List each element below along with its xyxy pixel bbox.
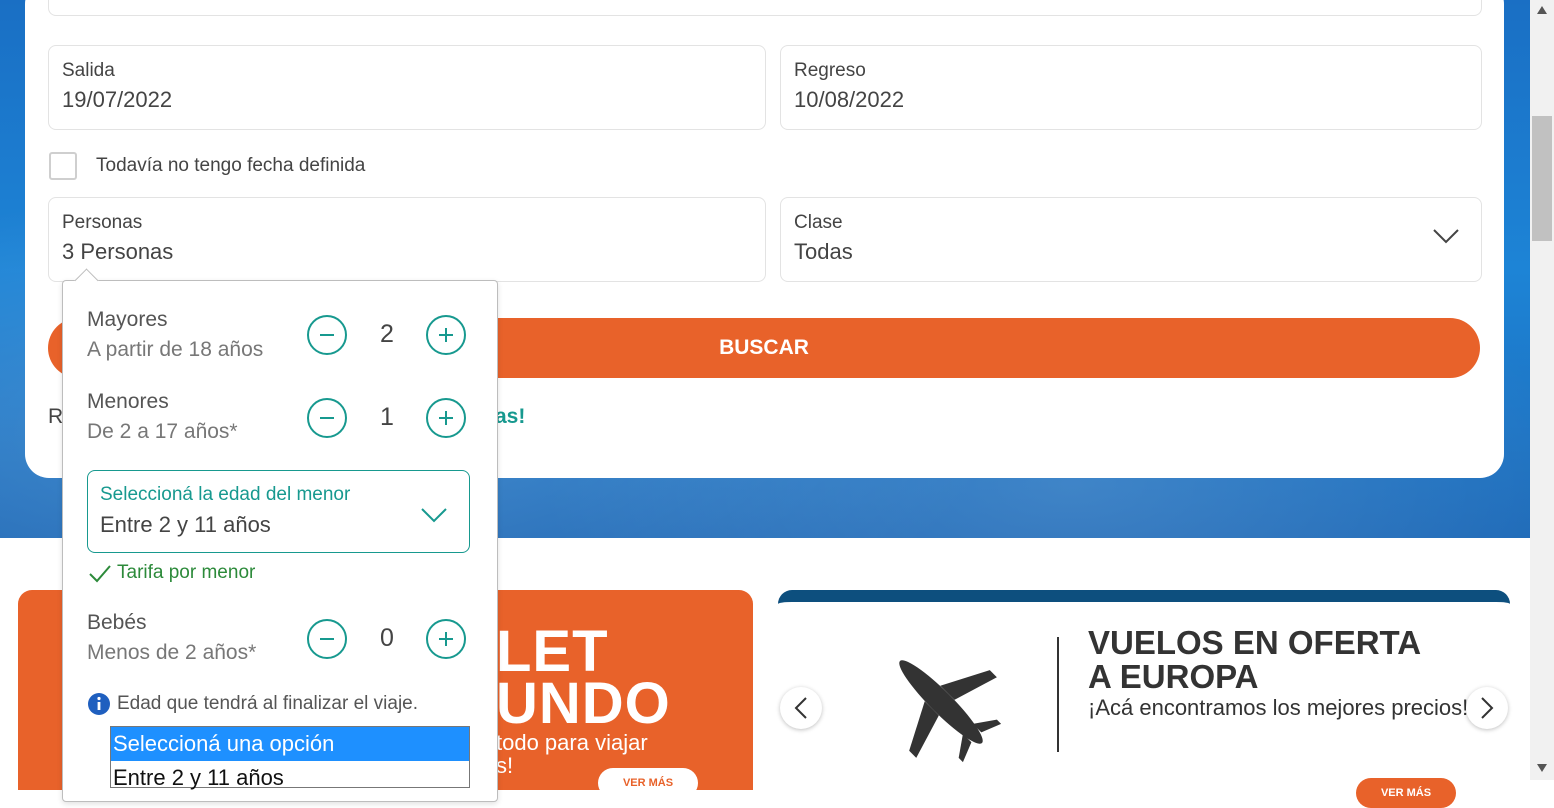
banner2-title-line1: VUELOS EN OFERTA: [1088, 624, 1422, 661]
plus-icon: [439, 328, 453, 342]
mayores-sub: A partir de 18 años: [87, 338, 264, 361]
clase-select[interactable]: Clase Todas: [780, 197, 1482, 282]
minus-icon: [320, 417, 334, 419]
age-option-2-11[interactable]: Entre 2 y 11 años: [111, 761, 469, 795]
bebes-increment-button[interactable]: [426, 619, 466, 659]
regreso-label: Regreso: [794, 60, 866, 81]
banner2-ver-mas-button[interactable]: VER MÁS: [1356, 778, 1456, 808]
personas-value: 3 Personas: [62, 239, 174, 264]
chevron-right-icon: [1481, 697, 1494, 719]
personas-field[interactable]: Personas 3 Personas: [48, 197, 766, 282]
mayores-title: Mayores: [87, 308, 168, 331]
no-date-checkbox[interactable]: [49, 152, 77, 180]
banner2-title: VUELOS EN OFERTA A EUROPA: [1088, 626, 1421, 694]
regreso-field[interactable]: Regreso 10/08/2022: [780, 45, 1482, 130]
regreso-value: 10/08/2022: [794, 87, 905, 112]
banner2-title-line2: A EUROPA: [1088, 658, 1259, 695]
info-icon: [88, 693, 110, 715]
promo-text: R: [48, 405, 64, 428]
clase-label: Clase: [794, 212, 843, 233]
child-age-options-list[interactable]: Seleccioná una opción Entre 2 y 11 años: [110, 726, 470, 790]
scroll-down-arrow-icon[interactable]: [1537, 764, 1547, 772]
scroll-up-arrow-icon[interactable]: [1537, 6, 1547, 14]
clase-value: Todas: [794, 239, 853, 264]
tarifa-menor-text: Tarifa por menor: [117, 562, 256, 583]
menores-sub: De 2 a 17 años*: [87, 420, 238, 443]
bebes-count: 0: [380, 624, 394, 652]
mayores-decrement-button[interactable]: [307, 315, 347, 355]
no-date-label: Todavía no tengo fecha definida: [96, 155, 366, 176]
mayores-count: 2: [380, 320, 394, 348]
banner1-sub-2: s!: [496, 753, 514, 778]
airplane-icon: [899, 660, 1002, 763]
personas-label: Personas: [62, 212, 143, 233]
bebes-sub: Menos de 2 años*: [87, 641, 257, 664]
menores-decrement-button[interactable]: [307, 398, 347, 438]
scrollbar-thumb[interactable]: [1532, 116, 1552, 241]
banner1-ver-mas-button[interactable]: VER MÁS: [598, 768, 698, 798]
bebes-title: Bebés: [87, 611, 147, 634]
banner-divider: [1057, 637, 1059, 752]
check-icon: [89, 565, 111, 583]
chevron-down-icon: [421, 508, 447, 523]
child-age-value: Entre 2 y 11 años: [100, 512, 271, 537]
destination-field[interactable]: [48, 0, 1482, 16]
banner1-headline-2: UNDO: [496, 671, 671, 736]
mayores-increment-button[interactable]: [426, 315, 466, 355]
carousel-next-button[interactable]: [1466, 687, 1508, 729]
plus-icon: [439, 411, 453, 425]
minus-icon: [320, 334, 334, 336]
menores-count: 1: [380, 403, 394, 431]
salida-value: 19/07/2022: [62, 87, 173, 112]
bebes-decrement-button[interactable]: [307, 619, 347, 659]
menores-increment-button[interactable]: [426, 398, 466, 438]
child-age-select[interactable]: Seleccioná la edad del menor Entre 2 y 1…: [87, 470, 470, 553]
age-info-text: Edad que tendrá al finalizar el viaje.: [117, 693, 419, 714]
child-age-label: Seleccioná la edad del menor: [100, 484, 351, 505]
chevron-down-icon: [1433, 229, 1459, 244]
carousel-prev-button[interactable]: [780, 687, 822, 729]
menores-title: Menores: [87, 390, 169, 413]
plus-icon: [439, 632, 453, 646]
banner1-sub-1: todo para viajar: [496, 730, 648, 755]
salida-field[interactable]: Salida 19/07/2022: [48, 45, 766, 130]
salida-label: Salida: [62, 60, 115, 81]
minus-icon: [320, 638, 334, 640]
banner2-subtitle: ¡Acá encontramos los mejores precios!: [1088, 695, 1469, 720]
promo-link[interactable]: as!: [495, 405, 525, 429]
age-option-placeholder[interactable]: Seleccioná una opción: [111, 727, 469, 761]
chevron-left-icon: [794, 697, 807, 719]
